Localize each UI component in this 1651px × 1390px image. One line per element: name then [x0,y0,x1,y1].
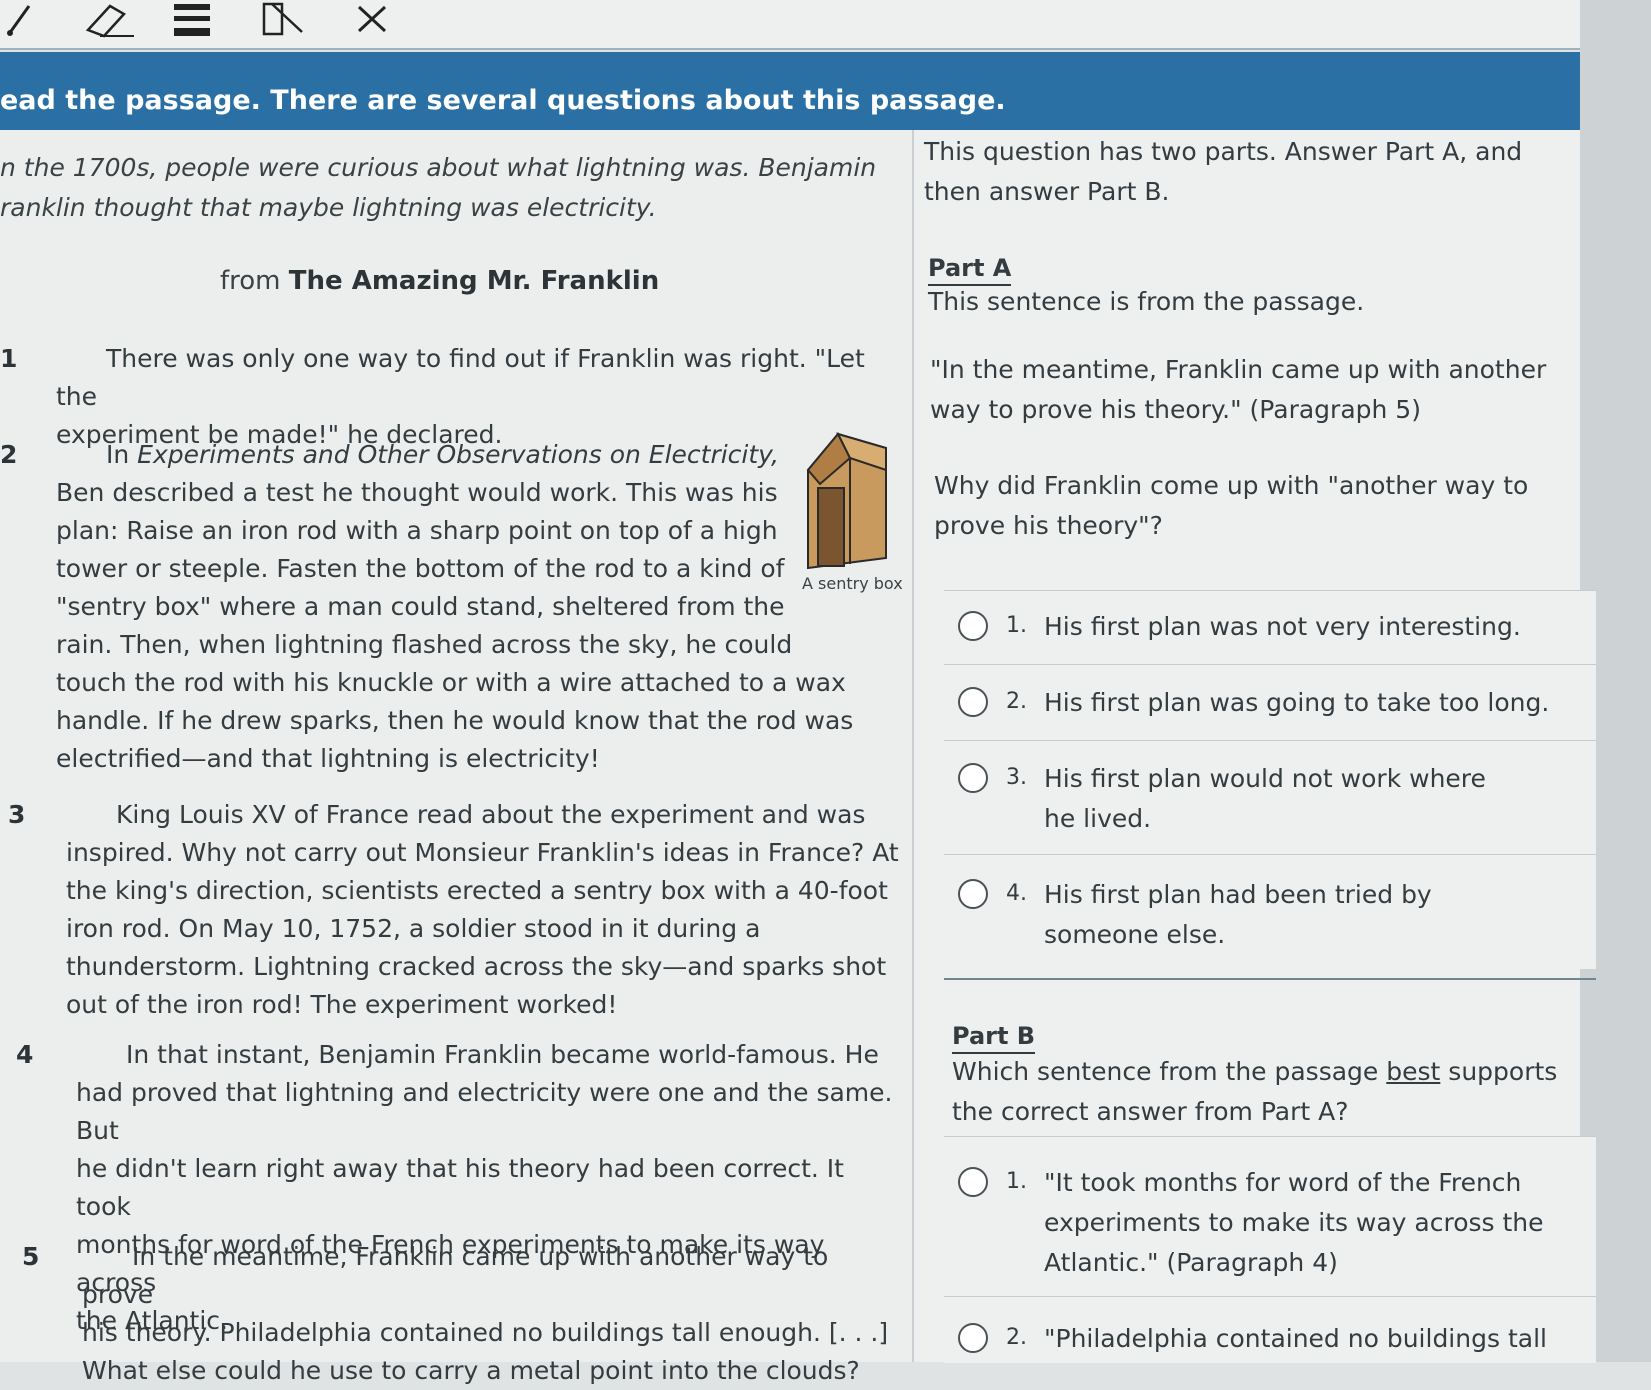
answer-option[interactable]: 2. His first plan was going to take too … [944,665,1596,741]
option-text: His first plan would not work where he l… [1044,764,1486,833]
part-b-label: Part B [952,1022,1036,1054]
question-line: prove his theory"? [934,511,1163,540]
paragraph-line: handle. If he drew sparks, then he would… [56,706,854,735]
question-text: supports [1440,1057,1558,1086]
paragraph-number: 5 [22,1242,40,1271]
paragraph-number: 3 [8,800,26,829]
part-a-options: 1. His first plan was not very interesti… [944,590,1596,969]
option-text: His first plan had been tried by someone… [1044,880,1432,949]
passage-intro-line: n the 1700s, people were curious about w… [0,153,877,182]
answer-option[interactable]: 1. His first plan was not very interesti… [944,591,1596,665]
paragraph-2: In Experiments and Other Observations on… [56,436,853,778]
eraser-icon[interactable] [78,0,138,40]
paragraph-line: Ben described a test he thought would wo… [56,478,778,507]
paragraph-line: There was only one way to find out if Fr… [56,344,865,411]
answer-option[interactable]: 1. "It took months for word of the Frenc… [944,1137,1596,1297]
answer-option[interactable]: 4. His first plan had been tried by some… [944,855,1596,969]
paragraph-line: had proved that lightning and electricit… [76,1078,893,1145]
part-a-question: Why did Franklin come up with "another w… [934,466,1584,546]
question-intro: This question has two parts. Answer Part… [924,132,1574,212]
quote-line: "In the meantime, Franklin came up with … [930,355,1547,384]
line-reader-icon[interactable] [170,0,214,40]
paragraph-line: In that instant, Benjamin Franklin becam… [126,1040,879,1069]
paragraph-line: iron rod. On May 10, 1752, a soldier sto… [66,914,761,943]
radio-button[interactable] [958,1323,988,1353]
radio-button[interactable] [958,1167,988,1197]
quote-line: way to prove his theory." (Paragraph 5) [930,395,1421,424]
question-intro-line: This question has two parts. Answer Part… [924,137,1523,166]
paragraph-line: inspired. Why not carry out Monsieur Fra… [66,838,899,867]
paragraph-line: electrified—and that lightning is electr… [56,744,600,773]
paragraph-3: King Louis XV of France read about the e… [66,796,906,1024]
passage-intro-line: ranklin thought that maybe lightning was… [0,193,657,222]
answer-option[interactable]: 2. "Philadelphia contained no buildings … [944,1297,1596,1363]
paragraph-5: In the meantime, Franklin came up with a… [82,1238,902,1390]
paragraph-line: In the meantime, Franklin came up with a… [82,1242,829,1309]
question-line: the correct answer from Part A? [952,1097,1349,1126]
sentry-box-image [798,430,898,590]
passage-source: from The Amazing Mr. Franklin [220,266,659,296]
radio-button[interactable] [958,611,988,641]
question-line: Why did Franklin come up with "another w… [934,471,1529,500]
paragraph-line: out of the iron rod! The experiment work… [66,990,618,1019]
book-title: Experiments and Other Observations on El… [137,440,779,469]
paragraph-number: 1 [0,344,18,373]
question-intro-line: then answer Part B. [924,177,1170,206]
instruction-banner: ead the passage. There are several quest… [0,52,1580,130]
highlighter-icon[interactable] [260,0,310,40]
paragraph-line: rain. Then, when lightning flashed acros… [56,630,793,659]
question-text: Which sentence from the passage [952,1057,1387,1086]
pencil-icon[interactable] [0,0,40,40]
radio-button[interactable] [958,687,988,717]
paragraph-line: the king's direction, scientists erected… [66,876,888,905]
option-text: "Philadelphia contained no buildings tal… [1044,1324,1547,1353]
paragraph-line: his theory. Philadelphia contained no bu… [82,1318,889,1347]
paragraph-line: thunderstorm. Lightning cracked across t… [66,952,887,981]
source-title: The Amazing Mr. Franklin [288,266,660,296]
paragraph-line: he didn't learn right away that his theo… [76,1154,844,1221]
option-number: 1. [1006,1169,1027,1194]
banner-text: ead the passage. There are several quest… [0,85,1006,116]
option-number: 2. [1006,1325,1027,1350]
paragraph-line: touch the rod with his knuckle or with a… [56,668,846,697]
part-b-options: 1. "It took months for word of the Frenc… [944,1136,1596,1363]
passage-intro: n the 1700s, people were curious about w… [0,148,880,228]
option-number: 4. [1006,881,1027,906]
paragraph-number: 2 [0,440,18,469]
option-text: "It took months for word of the French e… [1044,1168,1544,1277]
toolbar [0,0,1651,50]
part-separator [944,978,1596,980]
emphasis-best: best [1386,1057,1441,1086]
paragraph-line: King Louis XV of France read about the e… [116,800,866,829]
source-prefix: from [220,266,289,296]
option-text: His first plan was not very interesting. [1044,612,1521,641]
option-number: 3. [1006,765,1027,790]
radio-button[interactable] [958,879,988,909]
answer-option[interactable]: 3. His first plan would not work where h… [944,741,1596,855]
option-number: 2. [1006,689,1027,714]
part-b-question: Which sentence from the passage best sup… [952,1052,1592,1132]
radio-button[interactable] [958,763,988,793]
part-a-quote: "In the meantime, Franklin came up with … [930,350,1590,430]
paragraph-line: In [106,440,138,469]
close-icon[interactable] [352,0,392,40]
part-a-prompt: This sentence is from the passage. [928,287,1365,316]
paragraph-line: tower or steeple. Fasten the bottom of t… [56,554,785,583]
image-caption: A sentry box [802,574,903,593]
option-number: 1. [1006,613,1027,638]
paragraph-line: What else could he use to carry a metal … [82,1356,860,1385]
paragraph-line: plan: Raise an iron rod with a sharp poi… [56,516,778,545]
paragraph-number: 4 [16,1040,34,1069]
paragraph-line: "sentry box" where a man could stand, sh… [56,592,785,621]
option-text: His first plan was going to take too lon… [1044,688,1550,717]
